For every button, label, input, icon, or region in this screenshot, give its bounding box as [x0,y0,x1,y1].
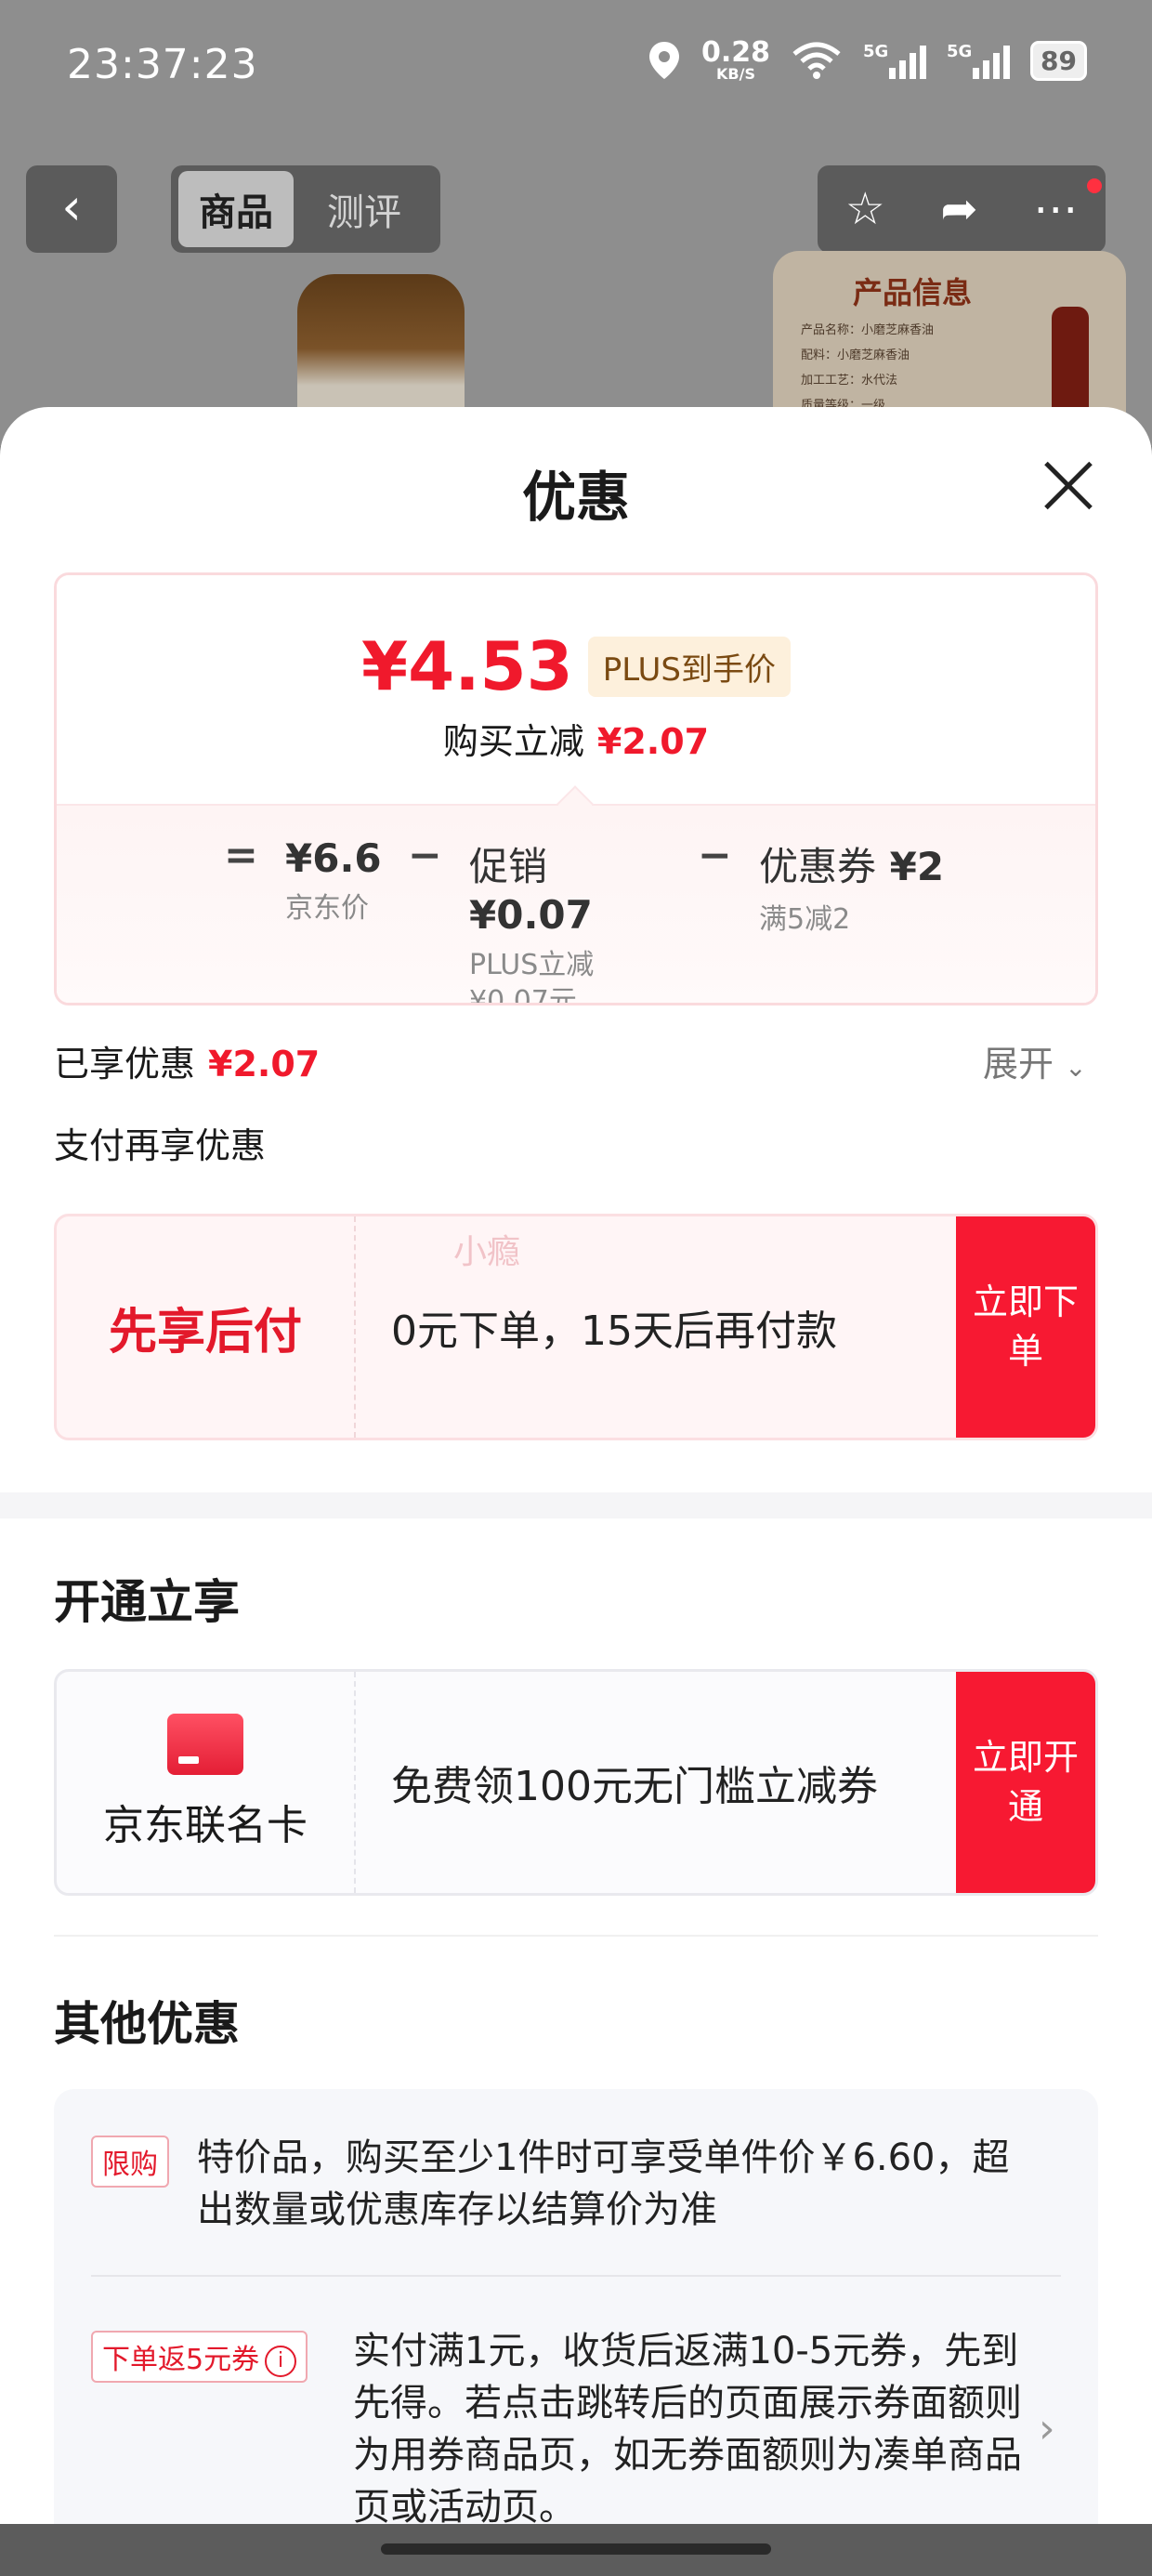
star-icon[interactable]: ☆ [845,183,885,235]
chevron-right-icon[interactable]: › [1039,2405,1055,2452]
other-offers-list: 限购 特价品，购买至少1件时可享受单件价￥6.60，超出数量或优惠库存以结算价为… [54,2089,1098,2576]
pay-section-title: 支付再享优惠 [54,1125,267,1166]
location-icon [649,42,679,79]
other-section-title: 其他优惠 [54,1997,240,2051]
sheet-title: 优惠 [521,466,630,529]
coupon-label: 优惠券 [759,844,877,889]
bnpl-offer-card[interactable]: 先享后付 0元下单，15天后再付款 立即下单 [54,1214,1098,1440]
notification-dot [1087,178,1102,193]
home-indicator[interactable] [381,2543,771,2555]
plus-price-tag: PLUS到手价 [587,636,791,697]
jd-price-value: ¥6.6 [285,835,382,881]
minus-sign: − [408,832,442,879]
reduce-amount: ¥2.07 [596,721,710,762]
bnpl-label: 先享后付 [108,1304,302,1360]
net-speed-unit: KB/S [716,65,755,83]
promo-label: 促销 [469,844,548,889]
section-divider [54,1935,1098,1937]
credit-card-icon [167,1714,243,1775]
order-now-button[interactable]: 立即下单 [956,1216,1095,1438]
jd-price-label: 京东价 [285,892,369,925]
enjoyed-amount: ¥2.07 [208,1044,321,1084]
coupon-amount: ¥2 [889,844,945,889]
signal1-label: 5G [863,42,889,61]
promo-desc: PLUS立减¥0.07元 [469,949,595,1005]
net-speed-value: 0.28 [701,36,771,69]
wifi-icon [792,42,841,79]
status-icons: 0.28 KB/S 5G 5G 89 [648,39,1087,82]
back-button[interactable]: ‹ [26,165,117,253]
row-divider [91,2275,1061,2277]
section-divider [0,1492,1152,1518]
bnpl-left: 先享后付 [57,1216,356,1438]
product-info-title: 产品信息 [852,275,972,310]
more-icon[interactable]: ⋯ [1033,183,1078,235]
coupon-return-badge: 下单返5元券 i [91,2331,308,2383]
enjoyed-discount-row: 已享优惠 ¥2.07 [54,1035,320,1086]
info-icon[interactable]: i [265,2345,297,2377]
cobrand-text: 免费领100元无门槛立减券 [391,1763,878,1810]
offer-text: 实付满1元，收货后返满10-5元券，先到先得。若点击跳转后的页面展示券面额则为用… [353,2330,1022,2529]
reduce-label: 购买立减 [442,721,584,762]
battery-icon: 89 [1030,40,1087,81]
expand-label: 展开 [983,1044,1054,1084]
jd-price: ¥6.6 京东价 [285,835,387,927]
price-breakdown-card: ¥4.53 PLUS到手价 购买立减 ¥2.07 = ¥6.6 京东价 − 促销 … [54,572,1098,1005]
top-actions: ☆ ➦ ⋯ [818,165,1106,253]
promo-discount: 促销 ¥0.07 PLUS立减¥0.07元 [469,835,655,1005]
coupon-desc: 满5减2 [759,903,851,936]
close-icon[interactable] [1042,459,1094,511]
signal-icon-2: 5G [947,42,1011,79]
net-speed: 0.28 KB/S [701,39,770,82]
enjoyed-label: 已享优惠 [54,1044,196,1084]
cobrand-left: 京东联名卡 [57,1672,356,1893]
card-name: 京东联名卡 [103,1802,308,1849]
limit-badge: 限购 [91,2136,169,2188]
tab-review[interactable]: 测评 [307,171,422,247]
cobrand-card-offer[interactable]: 京东联名卡 免费领100元无门槛立减券 立即开通 [54,1669,1098,1896]
share-icon[interactable]: ➦ [940,183,977,235]
status-time: 23:37:23 [67,41,258,88]
signal2-label: 5G [947,42,973,61]
discount-sheet: 优惠 ¥4.53 PLUS到手价 购买立减 ¥2.07 = ¥6.6 京东价 − … [0,407,1152,2576]
open-now-button[interactable]: 立即开通 [956,1672,1095,1893]
final-price-row: ¥4.53 PLUS到手价 [57,627,1095,705]
promo-amount: ¥0.07 [469,892,593,938]
expand-toggle[interactable]: 展开 ⌄ [983,1035,1087,1086]
status-bar: 23:37:23 0.28 KB/S 5G 5G 89 [0,0,1152,139]
chevron-left-icon: ‹ [61,177,82,236]
price-summary: ¥4.53 PLUS到手价 购买立减 ¥2.07 [57,575,1095,804]
page-tabs: 商品 测评 [171,165,440,253]
coupon-return-badge-label: 下单返5元券 [102,2344,260,2376]
coupon-discount: 优惠券 ¥2 满5减2 [759,835,982,938]
minus-sign: − [698,832,732,879]
signal-icon-1: 5G [863,42,927,79]
reduce-row: 购买立减 ¥2.07 [57,713,1095,764]
watermark: 小瘾 [453,1233,521,1271]
equals-sign: = [224,832,258,879]
offer-text: 特价品，购买至少1件时可享受单件价￥6.60，超出数量或优惠库存以结算价为准 [197,2136,1010,2231]
chevron-down-icon: ⌄ [1065,1052,1087,1083]
final-price: ¥4.53 [361,627,573,705]
tab-product[interactable]: 商品 [178,171,294,247]
open-section-title: 开通立享 [54,1575,240,1629]
